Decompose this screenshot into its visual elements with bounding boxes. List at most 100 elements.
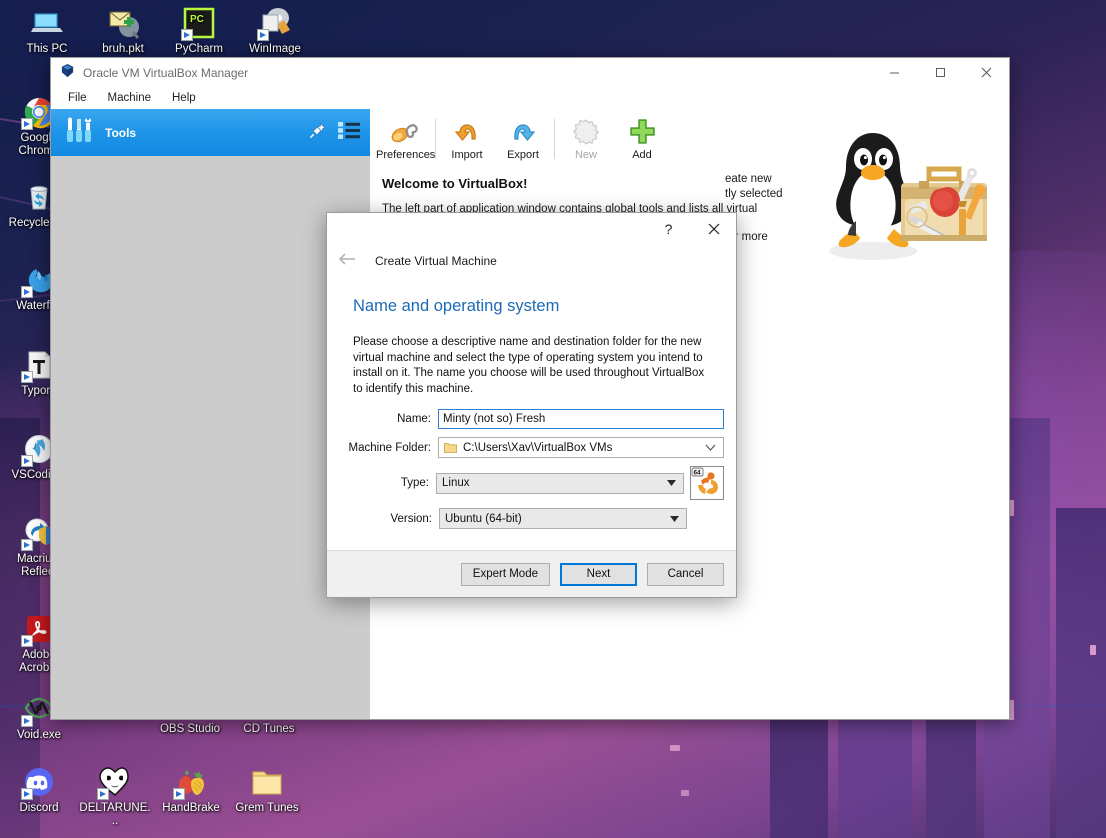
desktop-icon-label: This PC (26, 43, 68, 55)
desktop-icon-deltarune[interactable]: DELTARUNE... (78, 765, 152, 828)
import-appliance-icon (439, 116, 495, 146)
os-version-combo-value: Ubuntu (64-bit) (445, 512, 522, 525)
dialog-navigation: Create Virtual Machine (327, 247, 736, 275)
add-machine-icon (614, 116, 670, 146)
list-view-icon[interactable] (338, 121, 360, 144)
dialog-close-button[interactable] (691, 213, 736, 245)
virtualbox-logo-icon (60, 63, 75, 83)
toolbar-button-import[interactable]: Import (439, 113, 495, 161)
toolbar-button-label: Preferences (376, 149, 436, 161)
dialog-heading: Name and operating system (353, 297, 560, 315)
svg-text:64: 64 (694, 470, 702, 477)
form-row: Type: Linux 64 (327, 466, 724, 500)
cancel-button[interactable]: Cancel (647, 562, 724, 586)
pycharm-icon: PC (181, 6, 216, 41)
toolbar-button-label: Add (632, 149, 652, 161)
preferences-icon (376, 116, 432, 146)
desktop-icon-label: HandBrake (162, 802, 220, 814)
toolbar-button-new: New (558, 113, 614, 161)
toolbar-button-label: New (574, 149, 597, 161)
chevron-down-icon[interactable] (705, 442, 716, 454)
menu-bar[interactable]: File Machine Help (51, 87, 1009, 109)
wallpaper-window-light (1090, 645, 1096, 655)
discord-icon (21, 765, 56, 800)
dialog-nav-title: Create Virtual Machine (375, 254, 497, 268)
desktop-icon-folder[interactable]: Grem Tunes (230, 765, 304, 815)
next-button[interactable]: Next (560, 562, 637, 586)
field-control: Ubuntu (64-bit) (439, 508, 724, 529)
desktop-icon-this-pc[interactable]: This PC (10, 6, 84, 56)
minimize-button[interactable] (871, 58, 917, 87)
menu-item-help[interactable]: Help (164, 90, 204, 106)
toolbar-button-preferences[interactable]: Preferences (376, 113, 436, 161)
field-label: Version: (390, 512, 432, 525)
chevron-down-icon[interactable] (667, 477, 676, 489)
svg-text:PC: PC (190, 14, 204, 25)
desktop-icon-discord[interactable]: Discord (2, 765, 76, 815)
menu-item-file[interactable]: File (60, 90, 95, 106)
dialog-form: Name: Minty (not so) Fresh Machine Folder:… (327, 397, 736, 529)
toolbar-button-label: Export (507, 149, 539, 161)
welcome-text-fragment-1: eate new (725, 173, 772, 185)
chevron-down-icon[interactable] (670, 513, 679, 525)
tools-icon (65, 117, 93, 149)
desktop-icon-handbrake[interactable]: HandBrake (154, 765, 228, 815)
os-type-combo-value: Linux (442, 477, 470, 489)
folder-icon (250, 765, 284, 799)
desktop-icon-label: CD Tunes (243, 723, 295, 735)
packet-tracer-file-icon (106, 6, 140, 40)
window-title: Oracle VM VirtualBox Manager (83, 65, 249, 80)
sidebar-item-tools[interactable]: Tools (51, 109, 370, 156)
menu-item-machine[interactable]: Machine (100, 90, 159, 106)
winimage-icon (257, 6, 292, 41)
export-appliance-icon (495, 116, 551, 146)
create-virtual-machine-dialog[interactable]: ? Create Virtual Machine Name and operat… (326, 212, 737, 598)
maximize-button[interactable] (917, 58, 963, 87)
machine-folder-combo[interactable]: C:\Users\Xav\VirtualBox VMs (438, 437, 724, 458)
help-button[interactable]: ? (646, 213, 691, 245)
window-titlebar: Oracle VM VirtualBox Manager (51, 58, 1009, 87)
close-button[interactable] (963, 58, 1009, 87)
form-row: Name: Minty (not so) Fresh (327, 409, 724, 429)
os-version-combo[interactable]: Ubuntu (64-bit) (439, 508, 687, 529)
desktop-icon-label: bruh.pkt (102, 43, 144, 55)
desktop-icon-label: OBS Studio (159, 723, 221, 735)
this-pc-icon (30, 6, 64, 40)
toolbar-separator (554, 119, 555, 159)
desktop-icon-label: DELTARUNE... (79, 802, 151, 827)
field-control: C:\Users\Xav\VirtualBox VMs (438, 437, 724, 458)
desktop-icon-label: PyCharm (175, 43, 223, 55)
field-label: Machine Folder: (348, 441, 431, 454)
field-label: Type: (400, 477, 429, 489)
expert-mode-button[interactable]: Expert Mode (460, 562, 550, 586)
name-input[interactable]: Minty (not so) Fresh (438, 409, 724, 429)
sidebar-tools-label: Tools (105, 125, 137, 140)
desktop-icon-pycharm[interactable]: PC PyCharm (162, 6, 236, 56)
desktop-icon-winimage[interactable]: WinImage (238, 6, 312, 56)
desktop-icon-label: WinImage (249, 43, 301, 55)
desktop-icon-label: Void.exe (16, 729, 62, 741)
wallpaper-window-light (681, 790, 689, 796)
field-control: Minty (not so) Fresh (438, 409, 724, 429)
sidebar-panel: Tools (51, 109, 370, 719)
desktop-icon-label: Discord (19, 802, 59, 814)
pin-icon[interactable] (308, 121, 327, 145)
new-machine-icon (558, 116, 614, 146)
dialog-description: Please choose a descriptive name and des… (353, 336, 705, 395)
os-type-combo[interactable]: Linux (436, 472, 684, 494)
deltarune-icon (97, 765, 132, 800)
toolbar-button-export[interactable]: Export (495, 113, 551, 161)
sidebar-header-actions (308, 121, 360, 145)
toolbar-button-add[interactable]: Add (614, 113, 670, 161)
form-row: Version: Ubuntu (64-bit) (327, 508, 724, 529)
welcome-text-fragment-2: tly selected (725, 188, 783, 200)
window-controls (871, 58, 1009, 87)
back-arrow-icon[interactable] (337, 252, 357, 271)
form-row: Machine Folder: C:\Users\Xav\VirtualBox V… (327, 437, 724, 458)
wallpaper-window-light (670, 745, 680, 751)
dialog-titlebar: ? (327, 213, 736, 247)
ubuntu-logo-icon: 64 (690, 466, 724, 500)
wallpaper-building (1056, 508, 1106, 838)
folder-icon (444, 442, 457, 453)
desktop-icon-packet-tracer-file[interactable]: bruh.pkt (86, 6, 160, 56)
